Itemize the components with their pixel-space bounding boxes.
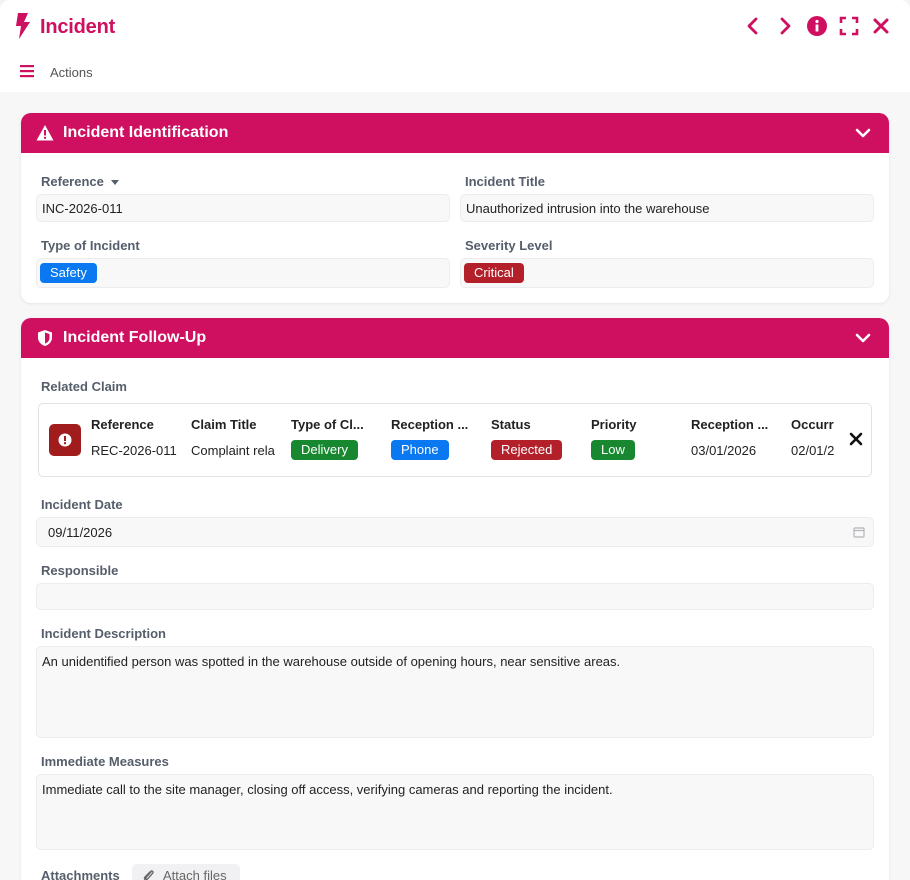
claim-header-status: Status (491, 417, 531, 432)
incident-description-textarea[interactable]: An unidentified person was spotted in th… (36, 646, 874, 738)
title-row: Incident (14, 12, 115, 42)
immediate-measures-textarea[interactable]: Immediate call to the site manager, clos… (36, 774, 874, 850)
reference-label[interactable]: Reference (41, 174, 120, 189)
incident-identification-card: Incident Identification Reference INC-20… (21, 113, 889, 303)
incident-title-value: Unauthorized intrusion into the warehous… (466, 200, 710, 216)
chevron-left-icon[interactable] (742, 14, 764, 38)
lightning-icon (14, 12, 32, 42)
close-icon[interactable] (870, 14, 892, 38)
claim-col-title: Claim Title Complaint rela (191, 417, 279, 458)
type-of-incident-field[interactable]: Safety (36, 258, 450, 288)
severity-level-label: Severity Level (465, 238, 553, 253)
actions-label[interactable]: Actions (50, 65, 93, 80)
reference-label-text: Reference (41, 174, 104, 189)
claim-header-title: Claim Title (191, 417, 257, 432)
followup-title: Incident Follow-Up (63, 329, 207, 346)
shield-icon (36, 329, 54, 347)
claim-type-badge: Delivery (291, 440, 358, 460)
incident-description-value: An unidentified person was spotted in th… (42, 654, 621, 669)
claim-reception-date-value: 03/01/2026 (691, 443, 757, 458)
type-badge: Safety (40, 263, 97, 283)
incident-title-field[interactable]: Unauthorized intrusion into the warehous… (460, 194, 874, 222)
claim-header-reception-date: Reception ... (691, 417, 769, 432)
alert-icon (49, 424, 81, 456)
type-of-incident-label: Type of Incident (41, 238, 140, 253)
window-controls (742, 14, 892, 38)
incident-date-value: 09/11/2026 (48, 524, 113, 540)
claim-col-occurrence-date: Occurr 02/01/2 (791, 417, 835, 458)
claim-col-reception-channel: Reception ... Phone (391, 417, 479, 460)
identification-header[interactable]: Incident Identification (21, 113, 889, 153)
claim-priority-badge: Low (591, 440, 635, 460)
actions-menu[interactable]: Actions (20, 64, 93, 81)
claim-reference-value: REC-2026-011 (91, 443, 177, 458)
claim-header-priority: Priority (591, 417, 637, 432)
claim-occurrence-date-value: 02/01/2 (791, 443, 835, 458)
identification-title: Incident Identification (63, 124, 229, 141)
chevron-down-icon[interactable] (855, 330, 871, 346)
claim-col-reference: Reference REC-2026-011 (91, 417, 179, 458)
claim-col-reception-date: Reception ... 03/01/2026 (691, 417, 779, 458)
immediate-measures-value: Immediate call to the site manager, clos… (42, 782, 613, 797)
incident-title-label: Incident Title (465, 174, 545, 189)
chevron-down-icon[interactable] (855, 125, 871, 141)
claim-col-type: Type of Cl... Delivery (291, 417, 379, 460)
severity-level-field[interactable]: Critical (460, 258, 874, 288)
claim-status-badge: Rejected (491, 440, 563, 460)
claim-header-occurrence: Occurr (791, 417, 834, 432)
claim-col-priority: Priority Low (591, 417, 679, 460)
immediate-measures-label: Immediate Measures (41, 754, 169, 769)
calendar-icon[interactable] (853, 526, 865, 538)
warning-icon (36, 124, 54, 142)
followup-header[interactable]: Incident Follow-Up (21, 318, 889, 358)
claim-header-reception-channel: Reception ... (391, 417, 469, 432)
related-claim-item[interactable]: Reference REC-2026-011 Claim Title Compl… (38, 403, 872, 477)
attachments-label: Attachments (41, 868, 120, 880)
claim-header-reference: Reference (91, 417, 154, 432)
responsible-label: Responsible (41, 563, 119, 578)
claim-col-status: Status Rejected (491, 417, 579, 460)
paperclip-icon (143, 870, 154, 880)
reference-value: INC-2026-011 (42, 200, 123, 216)
chevron-right-icon[interactable] (774, 14, 796, 38)
claim-header-type: Type of Cl... (291, 417, 364, 432)
responsible-field[interactable] (36, 583, 874, 610)
incident-description-label: Incident Description (41, 626, 166, 641)
info-icon[interactable] (806, 14, 828, 38)
severity-badge: Critical (464, 263, 524, 283)
reference-field[interactable]: INC-2026-011 (36, 194, 450, 222)
top-bar: Incident Actions (0, 0, 910, 92)
incident-followup-card: Incident Follow-Up Related Claim Referen… (21, 318, 889, 880)
incident-date-field[interactable]: 09/11/2026 (36, 517, 874, 547)
claim-title-value: Complaint rela (191, 443, 275, 458)
incident-date-label: Incident Date (41, 497, 123, 512)
hamburger-icon[interactable] (20, 64, 34, 81)
caret-down-icon[interactable] (110, 177, 120, 187)
attach-files-label: Attach files (163, 867, 227, 880)
related-claim-label: Related Claim (41, 379, 127, 394)
attach-files-button[interactable]: Attach files (132, 864, 240, 880)
claim-reception-badge: Phone (391, 440, 449, 460)
fullscreen-icon[interactable] (838, 14, 860, 38)
window-title: Incident (40, 15, 116, 38)
remove-claim-icon[interactable] (849, 432, 863, 446)
incident-window: Incident Actions Incident Identification… (0, 0, 910, 880)
